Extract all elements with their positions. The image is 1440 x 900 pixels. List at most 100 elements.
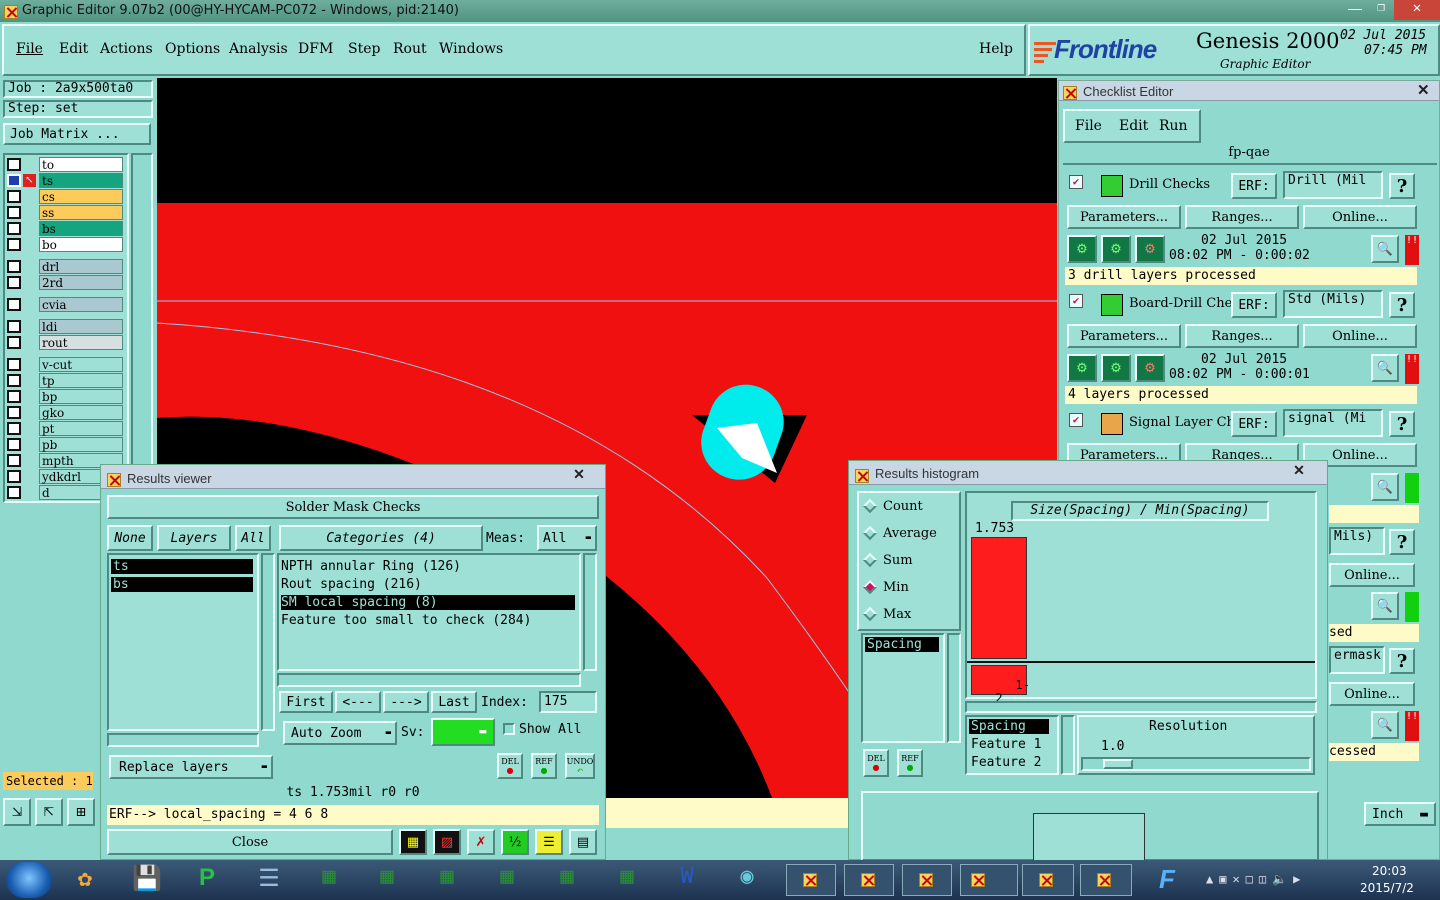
taskbar-icon-excel-2[interactable]: ▦	[364, 864, 410, 896]
run-icon-2b[interactable]: ⚙	[1101, 354, 1131, 382]
all-layers-button[interactable]: All	[235, 525, 271, 551]
radio-diamond-icon[interactable]	[862, 606, 878, 622]
layer-name[interactable]: drl	[39, 259, 123, 274]
job-matrix-button[interactable]: Job Matrix ...	[3, 123, 151, 145]
layer-row-bp[interactable]: bp	[7, 389, 123, 404]
ranges-button-2[interactable]: Ranges...	[1185, 324, 1299, 348]
layer-checkbox[interactable]	[7, 276, 21, 289]
menu-file[interactable]: File	[16, 41, 43, 57]
layer-name[interactable]: 2rd	[39, 275, 123, 290]
layer-name[interactable]: to	[39, 157, 123, 172]
prev-button[interactable]: <---	[335, 691, 381, 713]
checklist-menu-file[interactable]: File	[1075, 118, 1102, 134]
check-enabled-icon[interactable]: ✔	[1069, 175, 1083, 189]
layer-row-cvia[interactable]: cvia	[7, 297, 123, 312]
layer-row-pt[interactable]: pt	[7, 421, 123, 436]
taskbar-genesis-5[interactable]	[1022, 864, 1074, 896]
histogram-right-item-selected[interactable]: Spacing	[969, 719, 1049, 734]
online-button-4[interactable]: Online...	[1329, 563, 1415, 587]
categories-vscroll[interactable]	[583, 553, 597, 671]
clock-time[interactable]: 20:03	[1372, 864, 1407, 878]
layer-row-gko[interactable]: gko	[7, 405, 123, 420]
taskbar-icon-excel-1[interactable]: ▦	[306, 864, 352, 896]
parameters-button-2[interactable]: Parameters...	[1067, 324, 1181, 348]
menu-actions[interactable]: Actions	[100, 41, 153, 57]
taskbar-genesis-6[interactable]	[1080, 864, 1132, 896]
zoom-select-icon[interactable]: ⇱	[35, 798, 63, 826]
layer-name[interactable]: bp	[39, 389, 123, 404]
tray-icons[interactable]: ▲▣✕□◫🔈▶	[1206, 872, 1346, 890]
radio-diamond-icon[interactable]	[862, 579, 878, 595]
run-icon-1b[interactable]: ⚙	[1101, 235, 1131, 263]
tool-icon-1[interactable]: ▦	[399, 829, 427, 855]
erf-field-5[interactable]: ermask	[1329, 646, 1385, 674]
zoom-results-icon-1[interactable]: 🔍	[1371, 235, 1399, 263]
layers-button[interactable]: Layers	[157, 525, 231, 551]
results-layer-bs[interactable]: bs	[111, 577, 253, 592]
taskbar-genesis-3[interactable]	[902, 864, 952, 896]
undo-button[interactable]: UNDO ↶	[565, 753, 595, 779]
erf-field-1[interactable]: Drill (Mil	[1283, 171, 1383, 199]
layer-name[interactable]: cvia	[39, 297, 123, 312]
layer-name[interactable]: ss	[39, 205, 123, 220]
ref-button[interactable]: REF ●	[531, 753, 557, 779]
checklist-menu-run[interactable]: Run	[1159, 118, 1188, 134]
checklist-close-icon[interactable]: ✕	[1417, 81, 1430, 99]
layer-checkbox[interactable]	[7, 470, 21, 483]
layer-checkbox[interactable]	[7, 406, 21, 419]
layer-checkbox[interactable]	[7, 190, 21, 203]
category-item[interactable]: NPTH annular Ring (126)	[281, 559, 461, 574]
histogram-right-vscroll[interactable]	[1061, 715, 1075, 775]
layer-name[interactable]: bs	[39, 221, 123, 236]
taskbar-icon-excel-4[interactable]: ▦	[484, 864, 530, 896]
layer-row-rout[interactable]: rout	[7, 335, 123, 350]
online-button-2[interactable]: Online...	[1303, 324, 1417, 348]
layer-name[interactable]: ts	[39, 173, 123, 188]
taskbar-icon-frontline[interactable]: F	[1144, 864, 1190, 896]
histogram-ref-button[interactable]: REF ●	[897, 749, 923, 777]
check-help-button-5[interactable]: ?	[1389, 648, 1415, 674]
zoom-fit-icon[interactable]: ⇲	[3, 798, 31, 826]
histogram-option-sum[interactable]: Sum	[862, 551, 957, 571]
start-button[interactable]	[6, 862, 52, 898]
layer-row-ss[interactable]: ss	[7, 205, 123, 220]
tool-icon-5[interactable]: ☰	[535, 829, 563, 855]
categories-hscroll[interactable]	[277, 673, 581, 687]
layer-checkbox[interactable]	[7, 454, 21, 467]
check-help-button-3[interactable]: ?	[1389, 411, 1415, 437]
grid-icon[interactable]: ⊞	[67, 798, 95, 826]
layer-checkbox[interactable]	[7, 238, 21, 251]
layer-row-to[interactable]: to	[7, 157, 123, 172]
layer-checkbox[interactable]	[7, 320, 21, 333]
taskbar-genesis-4[interactable]	[960, 864, 1018, 896]
layer-checkbox[interactable]	[7, 206, 21, 219]
menu-rout[interactable]: Rout	[393, 41, 427, 57]
results-viewer-close-button[interactable]: ✕	[557, 466, 601, 484]
sv-color-dropdown[interactable]: ▬	[431, 718, 495, 746]
check-help-button-1[interactable]: ?	[1389, 173, 1415, 199]
results-layer-hscroll[interactable]	[107, 733, 259, 747]
zoom-results-icon-5[interactable]: 🔍	[1371, 711, 1399, 739]
layer-name[interactable]: rout	[39, 335, 123, 350]
radio-diamond-icon[interactable]	[862, 525, 878, 541]
results-layer-vscroll[interactable]	[261, 553, 275, 731]
layer-name[interactable]: v-cut	[39, 357, 123, 372]
erf-field-4[interactable]: Mils)	[1329, 527, 1385, 555]
histogram-option-min[interactable]: Min	[862, 578, 957, 598]
menu-help[interactable]: Help	[979, 41, 1013, 57]
menu-edit[interactable]: Edit	[59, 41, 88, 57]
none-button[interactable]: None	[107, 525, 153, 551]
auto-zoom-dropdown[interactable]: Auto Zoom ▬	[283, 721, 397, 745]
histogram-option-max[interactable]: Max	[862, 605, 957, 625]
results-layer-ts[interactable]: ts	[111, 559, 253, 574]
category-item[interactable]: Rout spacing (216)	[281, 577, 422, 592]
histogram-right-item[interactable]: Feature 2	[969, 755, 1041, 770]
histogram-left-vscroll[interactable]	[947, 633, 961, 743]
check-help-button-4[interactable]: ?	[1389, 529, 1415, 555]
layer-row-bs[interactable]: bs	[7, 221, 123, 236]
index-field[interactable]: 175	[539, 691, 597, 713]
taskbar-icon-notepad[interactable]: ☰	[246, 864, 292, 896]
menu-analysis[interactable]: Analysis	[229, 41, 288, 57]
taskbar-icon-word[interactable]: W	[664, 864, 710, 896]
show-all-checkbox[interactable]	[503, 723, 515, 735]
